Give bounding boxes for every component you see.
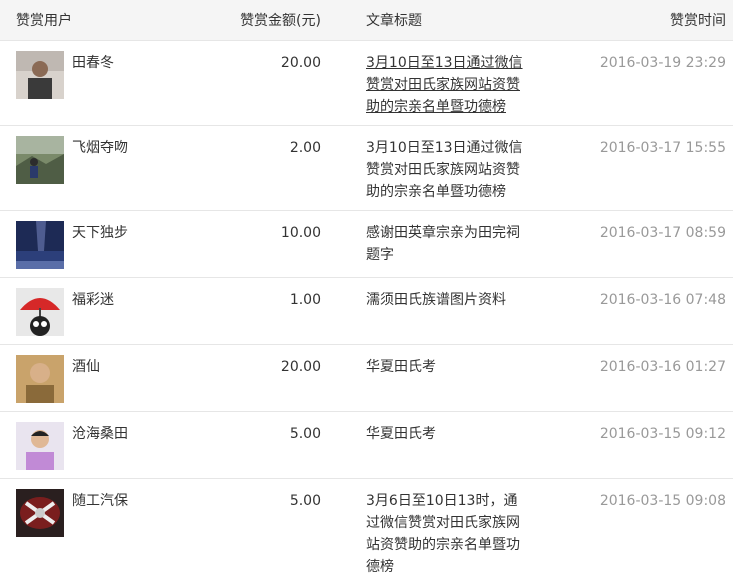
table-row: 沧海桑田 5.00 华夏田氏考 2016-03-15 09:12 bbox=[0, 412, 733, 479]
username[interactable]: 田春冬 bbox=[72, 52, 114, 74]
article-title-link[interactable]: 3月6日至10日13时，通过微信赞赏对田氏家族网站资赞助的宗亲名单暨功德榜 bbox=[366, 490, 528, 578]
article-title-link[interactable]: 华夏田氏考 bbox=[366, 423, 528, 445]
table-row: 酒仙 20.00 华夏田氏考 2016-03-16 01:27 bbox=[0, 345, 733, 412]
article-title-link[interactable]: 3月10日至13日通过微信赞赏对田氏家族网站资赞助的宗亲名单暨功德榜 bbox=[366, 52, 528, 118]
timestamp: 2016-03-17 08:59 bbox=[599, 225, 726, 241]
article-title-link[interactable]: 华夏田氏考 bbox=[366, 356, 528, 378]
avatar[interactable] bbox=[16, 51, 64, 99]
amount: 1.00 bbox=[289, 292, 321, 308]
avatar[interactable] bbox=[16, 288, 64, 336]
article-title-link[interactable]: 3月10日至13日通过微信赞赏对田氏家族网站资赞助的宗亲名单暨功德榜 bbox=[366, 137, 528, 203]
avatar[interactable] bbox=[16, 422, 64, 470]
amount: 10.00 bbox=[280, 225, 321, 241]
username[interactable]: 酒仙 bbox=[72, 356, 100, 378]
username[interactable]: 随工汽保 bbox=[72, 490, 128, 512]
table-row: 飞烟夺吻 2.00 3月10日至13日通过微信赞赏对田氏家族网站资赞助的宗亲名单… bbox=[0, 126, 733, 211]
amount: 5.00 bbox=[289, 493, 321, 509]
username[interactable]: 飞烟夺吻 bbox=[72, 137, 128, 159]
avatar[interactable] bbox=[16, 136, 64, 184]
username[interactable]: 福彩迷 bbox=[72, 289, 114, 311]
timestamp: 2016-03-19 23:29 bbox=[599, 55, 726, 71]
article-title-link[interactable]: 感谢田英章宗亲为田完祠题字 bbox=[366, 222, 528, 266]
timestamp: 2016-03-16 01:27 bbox=[599, 359, 726, 375]
table-header: 赞赏用户 赞赏金额(元) 文章标题 赞赏时间 bbox=[0, 0, 733, 41]
table-row: 田春冬 20.00 3月10日至13日通过微信赞赏对田氏家族网站资赞助的宗亲名单… bbox=[0, 41, 733, 126]
avatar[interactable] bbox=[16, 221, 64, 269]
amount: 2.00 bbox=[289, 140, 321, 156]
table-row: 天下独步 10.00 感谢田英章宗亲为田完祠题字 2016-03-17 08:5… bbox=[0, 211, 733, 278]
timestamp: 2016-03-15 09:08 bbox=[599, 493, 726, 509]
amount: 5.00 bbox=[289, 426, 321, 442]
timestamp: 2016-03-15 09:12 bbox=[599, 426, 726, 442]
header-time: 赞赏时间 bbox=[670, 13, 726, 29]
timestamp: 2016-03-17 15:55 bbox=[599, 140, 726, 156]
table-row: 随工汽保 5.00 3月6日至10日13时，通过微信赞赏对田氏家族网站资赞助的宗… bbox=[0, 479, 733, 584]
table-row: 福彩迷 1.00 濡须田氏族谱图片资料 2016-03-16 07:48 bbox=[0, 278, 733, 345]
article-title-link[interactable]: 濡须田氏族谱图片资料 bbox=[366, 289, 528, 311]
username[interactable]: 沧海桑田 bbox=[72, 423, 128, 445]
header-amount: 赞赏金额(元) bbox=[240, 13, 321, 29]
amount: 20.00 bbox=[280, 359, 321, 375]
donation-table: 赞赏用户 赞赏金额(元) 文章标题 赞赏时间 田春冬 20.00 3月10日至1… bbox=[0, 0, 733, 584]
amount: 20.00 bbox=[280, 55, 321, 71]
username[interactable]: 天下独步 bbox=[72, 222, 128, 244]
header-user: 赞赏用户 bbox=[16, 13, 72, 29]
timestamp: 2016-03-16 07:48 bbox=[599, 292, 726, 308]
avatar[interactable] bbox=[16, 355, 64, 403]
header-title: 文章标题 bbox=[366, 13, 422, 29]
avatar[interactable] bbox=[16, 489, 64, 537]
